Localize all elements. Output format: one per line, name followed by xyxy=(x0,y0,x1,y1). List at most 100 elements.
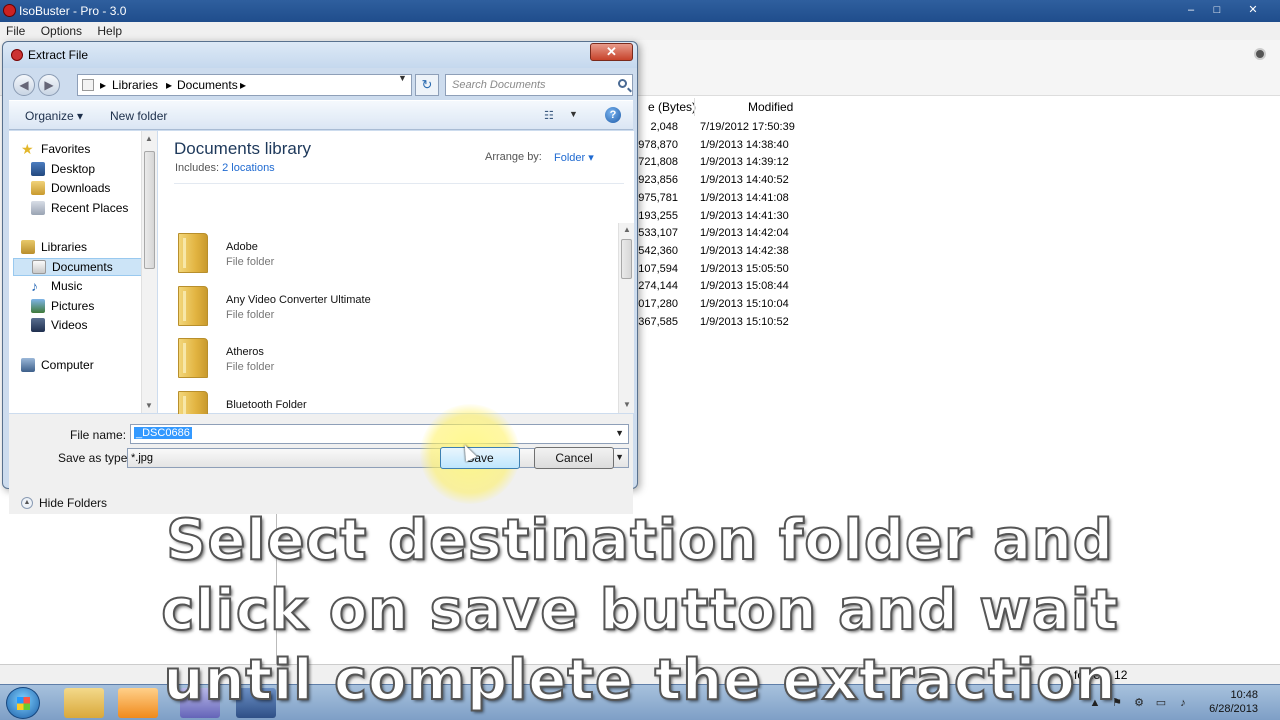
new-folder-button[interactable]: New folder xyxy=(110,109,167,123)
nav-item-documents[interactable]: Documents xyxy=(13,258,143,276)
file-size: 107,594 xyxy=(638,262,678,275)
help-button[interactable]: ? xyxy=(605,107,621,123)
table-row[interactable]: 542,360 1/9/2013 14:42:38 xyxy=(636,244,806,261)
column-modified[interactable]: Modified xyxy=(748,100,793,114)
table-row[interactable]: 721,808 1/9/2013 14:39:12 xyxy=(636,155,806,172)
minimize-button[interactable]: – xyxy=(1180,2,1202,18)
table-row[interactable]: 923,856 1/9/2013 14:40:52 xyxy=(636,173,806,190)
nav-item-favorites[interactable]: ★ Favorites xyxy=(21,141,141,159)
maximize-button[interactable]: □ xyxy=(1206,2,1228,18)
scroll-thumb[interactable] xyxy=(621,239,632,279)
menu-file[interactable]: File xyxy=(0,22,31,40)
downloads-folder-icon xyxy=(31,181,45,195)
dialog-title: Extract File xyxy=(28,48,89,62)
nav-label: Recent Places xyxy=(51,201,129,215)
folder-item[interactable]: Bluetooth FolderFile folder xyxy=(178,387,598,417)
pictures-icon xyxy=(31,299,45,313)
file-size: 274,144 xyxy=(638,280,678,293)
file-modified: 1/9/2013 14:42:38 xyxy=(700,244,789,257)
scroll-up-icon[interactable]: ▲ xyxy=(145,134,153,143)
nav-item-pictures[interactable]: Pictures xyxy=(31,298,141,316)
desktop-icon xyxy=(31,162,45,176)
nav-label: Libraries xyxy=(41,240,88,254)
address-bar[interactable]: ▸ Libraries ▸ Documents ▸ xyxy=(77,74,412,96)
table-row[interactable]: 367,585 1/9/2013 15:10:52 xyxy=(636,315,806,332)
refresh-button[interactable]: ↻ xyxy=(415,74,439,96)
nav-item-recent-places[interactable]: Recent Places xyxy=(31,200,141,218)
chevron-down-icon[interactable]: ▼ xyxy=(615,452,624,462)
close-button[interactable]: ✕ xyxy=(1242,2,1264,18)
nav-label: Favorites xyxy=(41,142,91,156)
table-row[interactable]: 193,255 1/9/2013 14:41:30 xyxy=(636,209,806,226)
breadcrumb-separator[interactable]: ▸ xyxy=(100,78,106,92)
file-name-field[interactable]: _DSC0686 ▼ xyxy=(130,424,629,444)
arrange-by-dropdown[interactable]: Folder ▾ xyxy=(554,151,594,164)
navigation-pane: ★ Favorites Desktop Downloads Recent Pla… xyxy=(9,131,157,413)
chevron-down-icon[interactable]: ▼ xyxy=(615,428,624,438)
save-as-type-label: Save as type: xyxy=(58,451,131,465)
table-row[interactable]: 533,107 1/9/2013 14:42:04 xyxy=(636,226,806,243)
file-size: 975,781 xyxy=(638,191,678,204)
menu-help[interactable]: Help xyxy=(91,22,128,40)
table-row[interactable]: 975,781 1/9/2013 14:41:08 xyxy=(636,191,806,208)
computer-icon xyxy=(21,358,35,372)
table-row[interactable]: 274,144 1/9/2013 15:08:44 xyxy=(636,279,806,296)
file-modified: 1/9/2013 15:05:50 xyxy=(700,262,789,275)
nav-item-downloads[interactable]: Downloads xyxy=(31,180,141,198)
folder-icon xyxy=(178,233,208,273)
scroll-up-icon[interactable]: ▲ xyxy=(623,225,631,234)
scroll-down-icon[interactable]: ▼ xyxy=(145,401,153,410)
includes-label: Includes: xyxy=(175,162,220,174)
menubar: File Options Help xyxy=(0,22,1280,40)
folder-item[interactable]: Atheros File folder xyxy=(178,334,598,386)
nav-item-libraries[interactable]: Libraries xyxy=(21,239,141,257)
column-size[interactable]: e (Bytes) xyxy=(648,100,696,114)
nav-item-videos[interactable]: Videos xyxy=(31,317,141,335)
dialog-close-button[interactable]: ✕ xyxy=(590,43,633,61)
menu-options[interactable]: Options xyxy=(35,22,88,40)
table-row[interactable]: 107,594 1/9/2013 15:05:50 xyxy=(636,262,806,279)
search-icon[interactable] xyxy=(618,79,627,88)
view-options-chevron-icon[interactable]: ▼ xyxy=(569,109,578,119)
record-icon[interactable] xyxy=(1254,48,1266,60)
breadcrumb-libraries[interactable]: Libraries xyxy=(112,78,158,92)
save-as-type-value: *.jpg xyxy=(131,452,154,464)
navigation-scrollbar[interactable]: ▲ ▼ xyxy=(141,131,157,413)
table-row[interactable]: 017,280 1/9/2013 15:10:04 xyxy=(636,297,806,314)
table-row[interactable]: 978,870 1/9/2013 14:38:40 xyxy=(636,138,806,155)
back-button[interactable]: ◀ xyxy=(13,74,35,96)
nav-label: Music xyxy=(51,279,83,293)
file-modified: 1/9/2013 14:42:04 xyxy=(700,227,789,240)
caption-line: Select destination folder and xyxy=(165,507,1114,574)
file-size: 721,808 xyxy=(638,156,678,169)
nav-item-desktop[interactable]: Desktop xyxy=(31,161,141,179)
save-button[interactable]: Save xyxy=(440,447,520,469)
content-scrollbar[interactable]: ▲ ▼ xyxy=(618,223,634,413)
breadcrumb-separator[interactable]: ▸ xyxy=(240,78,246,92)
divider xyxy=(174,183,624,184)
breadcrumb-separator[interactable]: ▸ xyxy=(166,78,172,92)
file-modified: 1/9/2013 14:38:40 xyxy=(700,138,789,151)
scroll-down-icon[interactable]: ▼ xyxy=(623,400,631,409)
folder-item[interactable]: Adobe File folder xyxy=(178,229,598,281)
nav-item-music[interactable]: ♪ Music xyxy=(31,278,141,296)
file-modified: 1/9/2013 15:08:44 xyxy=(700,280,789,293)
cancel-button[interactable]: Cancel xyxy=(534,447,614,469)
nav-label: Downloads xyxy=(51,181,111,195)
search-placeholder: Search Documents xyxy=(452,79,546,91)
folder-item[interactable]: Any Video Converter Ultimate File folder xyxy=(178,282,598,334)
search-input[interactable]: Search Documents xyxy=(445,74,633,96)
table-row[interactable]: 2,048 7/19/2012 17:50:39 xyxy=(636,120,806,137)
breadcrumb-documents[interactable]: Documents xyxy=(177,78,238,92)
change-view-icon[interactable]: ☷ xyxy=(544,109,560,122)
forward-button[interactable]: ▶ xyxy=(38,74,60,96)
column-separator xyxy=(694,98,695,116)
includes-locations-link[interactable]: 2 locations xyxy=(222,162,275,174)
folder-name: Adobe xyxy=(226,241,258,253)
organize-button[interactable]: Organize ▾ xyxy=(25,109,83,123)
scroll-thumb[interactable] xyxy=(144,151,155,269)
nav-item-computer[interactable]: Computer xyxy=(21,357,141,375)
music-note-icon: ♪ xyxy=(31,278,38,294)
address-dropdown-icon[interactable]: ▼ xyxy=(398,73,407,83)
folder-icon xyxy=(178,285,208,326)
